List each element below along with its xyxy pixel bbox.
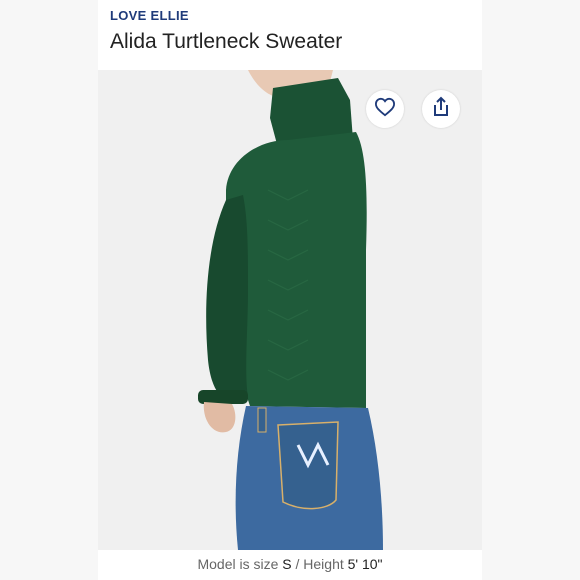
size-label: Model is size bbox=[197, 556, 279, 572]
product-title: Alida Turtleneck Sweater bbox=[110, 30, 343, 53]
brand-name[interactable]: LOVE ELLIE bbox=[110, 8, 189, 23]
separator: / bbox=[295, 556, 300, 572]
heart-icon bbox=[374, 97, 396, 122]
height-label: Height bbox=[303, 556, 344, 572]
like-button[interactable] bbox=[366, 90, 404, 128]
model-image bbox=[198, 70, 383, 550]
product-photo[interactable] bbox=[98, 70, 482, 550]
model-info: Model is size S / Height 5' 10" bbox=[98, 550, 482, 580]
size-value: S bbox=[282, 556, 292, 572]
share-icon bbox=[431, 96, 451, 123]
product-header: LOVE ELLIE Alida Turtleneck Sweater bbox=[98, 0, 482, 70]
share-button[interactable] bbox=[422, 90, 460, 128]
height-value: 5' 10" bbox=[347, 556, 383, 572]
